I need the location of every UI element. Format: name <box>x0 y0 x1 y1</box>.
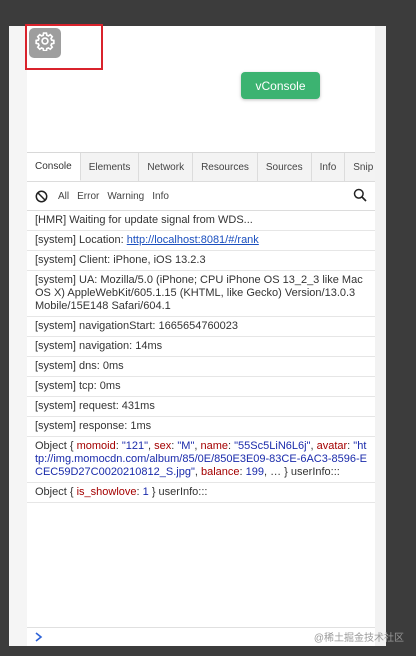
object-key: is_showlove <box>76 486 137 498</box>
location-link[interactable]: http://localhost:8081/#/rank <box>127 234 259 246</box>
phone-frame: vConsole Console Elements Network Resour… <box>0 0 416 656</box>
object-log-line[interactable]: Object { momoid: "121", sex: "M", name: … <box>27 437 375 483</box>
object-open: Object { <box>35 440 74 452</box>
filter-warning[interactable]: Warning <box>107 191 144 202</box>
object-log-line[interactable]: Object { is_showlove: 1 } userInfo::: <box>27 483 375 503</box>
log-line: [system] tcp: 0ms <box>27 377 375 397</box>
object-value: "121" <box>121 440 149 452</box>
tab-console[interactable]: Console <box>27 153 81 181</box>
phone-side-strip <box>9 26 27 646</box>
phone-bezel-bottom <box>0 646 416 656</box>
watermark: @稀土掘金技术社区 <box>313 633 404 644</box>
tab-network[interactable]: Network <box>139 153 194 181</box>
log-line: [system] navigationStart: 1665654760023 <box>27 317 375 337</box>
log-line: [system] navigation: 14ms <box>27 337 375 357</box>
highlight-annotation-box <box>25 24 103 70</box>
object-open: Object { <box>35 486 74 498</box>
log-line: [system] UA: Mozilla/5.0 (iPhone; CPU iP… <box>27 271 375 317</box>
app-screen: vConsole Console Elements Network Resour… <box>27 26 375 646</box>
object-key: sex <box>154 440 172 452</box>
search-icon[interactable] <box>353 188 367 202</box>
tab-info[interactable]: Info <box>312 153 346 181</box>
chevron-right-icon <box>35 630 43 645</box>
object-key: momoid <box>76 440 116 452</box>
log-line: [HMR] Waiting for update signal from WDS… <box>27 211 375 231</box>
log-line: [system] Client: iPhone, iOS 13.2.3 <box>27 251 375 271</box>
object-key: name <box>200 440 229 452</box>
object-value: "M" <box>177 440 195 452</box>
tab-elements[interactable]: Elements <box>81 153 140 181</box>
object-value: 1 <box>142 486 149 498</box>
filter-info[interactable]: Info <box>152 191 169 202</box>
object-close: , … } userInfo::: <box>264 466 340 478</box>
log-text: [system] Location: <box>35 234 127 246</box>
filter-error[interactable]: Error <box>77 191 99 202</box>
tab-snip[interactable]: Snip <box>345 153 375 181</box>
phone-bezel-left <box>0 0 9 656</box>
log-list: [HMR] Waiting for update signal from WDS… <box>27 211 375 503</box>
log-line: [system] response: 1ms <box>27 417 375 437</box>
object-key: avatar <box>316 440 348 452</box>
tab-sources[interactable]: Sources <box>258 153 312 181</box>
vconsole-tabbar: Console Elements Network Resources Sourc… <box>27 153 375 182</box>
vconsole-button[interactable]: vConsole <box>241 72 320 99</box>
object-value: 199 <box>245 466 265 478</box>
clear-log-icon[interactable] <box>35 190 48 203</box>
log-line: [system] dns: 0ms <box>27 357 375 377</box>
phone-bezel-top <box>0 0 416 26</box>
object-close: } userInfo::: <box>151 486 208 498</box>
log-filter-bar: All Error Warning Info <box>27 182 375 211</box>
tab-resources[interactable]: Resources <box>193 153 258 181</box>
vconsole-panel: Console Elements Network Resources Sourc… <box>27 152 375 646</box>
object-key: balance <box>200 466 240 478</box>
phone-bezel-right <box>386 0 416 656</box>
log-line: [system] Location: http://localhost:8081… <box>27 231 375 251</box>
filter-all[interactable]: All <box>58 191 69 202</box>
object-value: "55Sc5LiN6L6j" <box>234 440 311 452</box>
log-line: [system] request: 431ms <box>27 397 375 417</box>
